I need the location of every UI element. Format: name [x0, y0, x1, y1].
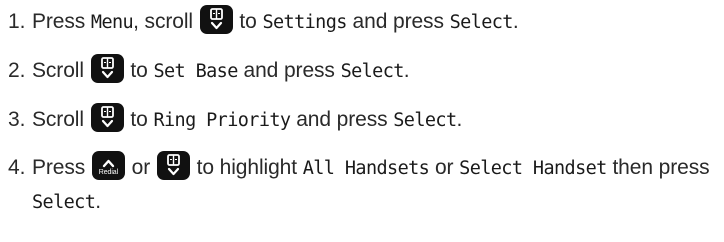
- display-text-select: Select: [340, 61, 405, 82]
- step-text: and press: [290, 108, 394, 131]
- phonebook-scroll-down-key-icon: [156, 151, 190, 180]
- instruction-steps: 1. Press Menu, scroll to Settings and pre…: [8, 0, 720, 219]
- display-text-all-handsets: All Handsets: [302, 158, 430, 179]
- step-text: and press: [346, 10, 450, 33]
- step-text: or: [429, 156, 460, 179]
- step-text: Press: [32, 156, 91, 179]
- phonebook-scroll-down-key-icon: [90, 54, 124, 83]
- step-text: Scroll: [32, 108, 90, 131]
- step-text: Press: [32, 10, 91, 33]
- step-number: 3.: [8, 108, 26, 131]
- display-text-ring-priority: Ring Priority: [153, 110, 291, 131]
- step-number: 2.: [8, 59, 26, 82]
- step-number: 4.: [8, 156, 26, 179]
- step-text: to: [124, 59, 154, 82]
- redial-key-label: Redial: [98, 169, 119, 176]
- step-3: 3. Scroll to Ring Priority and press Sele…: [8, 103, 720, 137]
- phonebook-scroll-down-key-icon: [90, 103, 124, 132]
- step-text: to: [124, 108, 154, 131]
- display-text-select: Select: [32, 192, 96, 213]
- step-text: .: [456, 108, 463, 131]
- display-text-select: Select: [393, 110, 457, 131]
- step-text: to: [233, 10, 263, 33]
- step-text: Scroll: [32, 59, 90, 82]
- phonebook-scroll-down-key-icon: [199, 5, 233, 34]
- step-text: .: [95, 190, 101, 213]
- step-text: .: [403, 59, 410, 82]
- redial-scroll-up-key-icon: Redial: [91, 151, 125, 180]
- display-text-settings: Settings: [262, 12, 347, 33]
- step-4: 4. Press Redial or to highlight All Hands…: [8, 151, 720, 219]
- display-text-select: Select: [449, 12, 514, 33]
- step-2: 2. Scroll to Set Base and press Select.: [8, 54, 720, 88]
- display-text-select-handset: Select Handset: [459, 158, 607, 179]
- step-text: and press: [237, 59, 341, 82]
- step-text: then press: [606, 156, 710, 179]
- display-text-set-base: Set Base: [153, 61, 238, 82]
- display-text-menu: Menu: [90, 12, 134, 33]
- step-number: 1.: [8, 10, 26, 33]
- step-text: .: [512, 10, 519, 33]
- step-text: to highlight: [190, 156, 303, 179]
- step-text: or: [125, 156, 156, 179]
- step-1: 1. Press Menu, scroll to Settings and pre…: [8, 5, 720, 39]
- step-text: , scroll: [133, 10, 199, 33]
